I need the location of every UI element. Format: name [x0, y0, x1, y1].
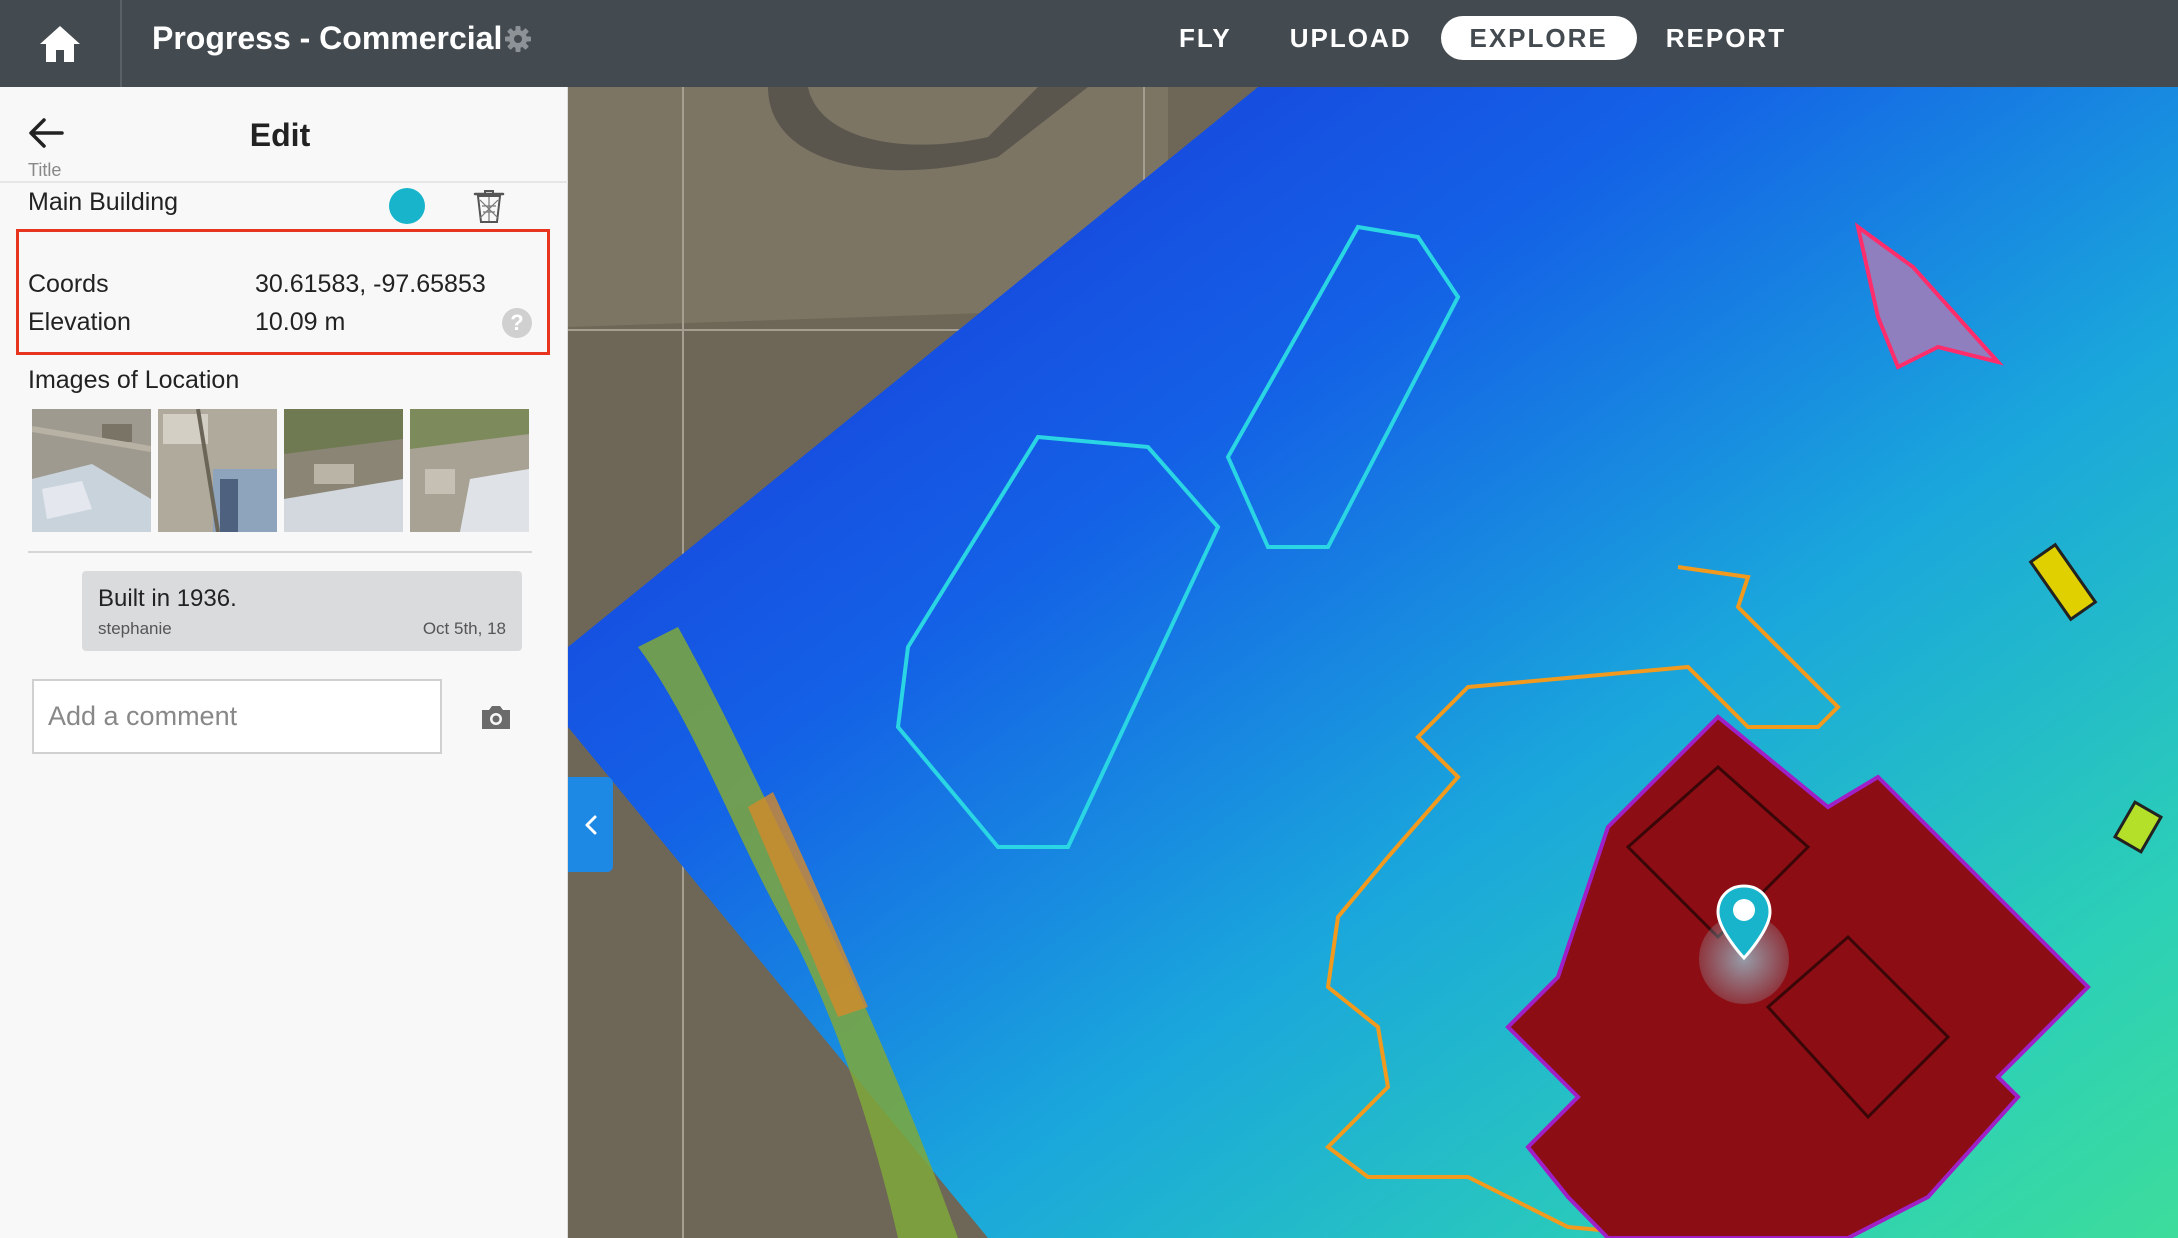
comment-card: Built in 1936. stephanie Oct 5th, 18 — [82, 571, 522, 651]
location-image-thumbnail[interactable] — [284, 409, 403, 532]
home-icon — [40, 25, 80, 62]
location-image-thumbnail[interactable] — [32, 409, 151, 532]
help-icon[interactable]: ? — [502, 308, 532, 338]
panel-title: Edit — [249, 117, 311, 153]
trash-icon[interactable] — [472, 188, 506, 224]
top-bar: Progress - Commercial FLY UPLOAD EXPLORE… — [0, 0, 2178, 87]
tab-fly[interactable]: FLY — [1150, 16, 1261, 60]
project-title: Progress - Commercial — [152, 20, 503, 56]
elevation-label: Elevation — [28, 308, 131, 336]
comment-input[interactable] — [32, 679, 442, 754]
tab-explore[interactable]: EXPLORE — [1440, 16, 1637, 60]
map-view[interactable] — [568, 87, 2178, 1238]
title-field-label: Title — [28, 160, 62, 180]
camera-icon[interactable] — [480, 703, 512, 731]
location-pin-icon[interactable] — [1714, 882, 1774, 962]
comment-text: Built in 1936. — [98, 585, 237, 612]
elevation-value: 10.09 m — [255, 308, 346, 336]
comment-author: stephanie — [98, 619, 172, 638]
chevron-left-icon — [585, 815, 596, 834]
home-button[interactable] — [0, 0, 122, 87]
coords-label: Coords — [28, 270, 109, 298]
collapse-panel-button[interactable] — [568, 777, 613, 872]
elevation-map — [568, 87, 2178, 1238]
panel-header: Edit — [0, 87, 568, 183]
tab-upload[interactable]: UPLOAD — [1261, 16, 1441, 60]
tab-report[interactable]: REPORT — [1637, 16, 1815, 60]
coords-value: 30.61583, -97.65853 — [255, 270, 486, 298]
images-label: Images of Location — [28, 366, 240, 394]
main-nav: FLY UPLOAD EXPLORE REPORT — [1150, 16, 1815, 62]
marker-color-picker[interactable] — [389, 188, 425, 224]
location-image-thumbnail[interactable] — [410, 409, 529, 532]
location-image-thumbnail[interactable] — [158, 409, 277, 532]
comment-date: Oct 5th, 18 — [422, 619, 506, 638]
gear-icon[interactable] — [503, 24, 533, 54]
divider — [28, 551, 532, 553]
title-value[interactable]: Main Building — [28, 188, 178, 217]
